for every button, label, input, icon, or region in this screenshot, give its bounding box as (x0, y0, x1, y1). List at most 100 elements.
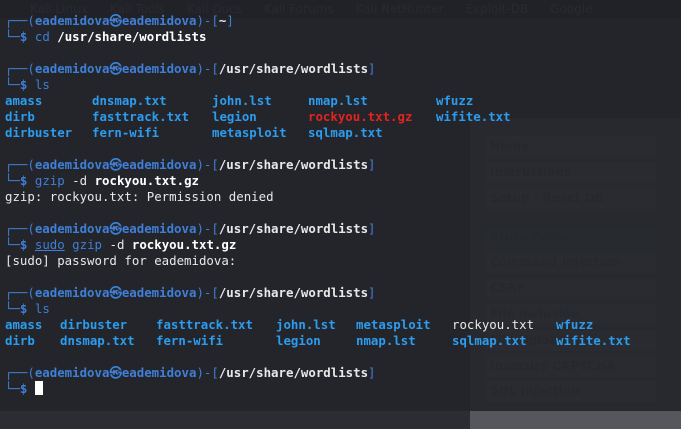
prompt-frame: ┌──( (5, 13, 35, 28)
command-token: gzip (72, 237, 103, 252)
ls-entry: sqlmap.txt (308, 125, 383, 140)
command-token: -d (72, 173, 88, 188)
terminal-cursor (34, 381, 43, 395)
ls-entry: nmap.lst (308, 93, 368, 108)
ls-entry: wfuzz (556, 317, 594, 332)
command-token: gzip (34, 173, 65, 188)
ls-entry: fasttrack.txt (92, 109, 189, 124)
command-output: [sudo] password for eademidova: (5, 253, 236, 269)
prompt-header: ┌──(eademidova㉿eademidova)-[/usr/share/w… (5, 221, 376, 237)
command-line: └─$ gzip -d rockyou.txt.gz (5, 173, 199, 189)
command-token: ls (34, 301, 50, 316)
prompt-cwd: /usr/share/wordlists (218, 285, 369, 300)
prompt-frame: ┌──( (5, 221, 35, 236)
prompt-cwd: /usr/share/wordlists (218, 365, 369, 380)
command-line: └─$ ls (5, 301, 50, 317)
prompt-at-symbol: ㉿ (109, 157, 122, 172)
prompt-at-symbol: ㉿ (109, 285, 122, 300)
prompt-host: eademidova (121, 61, 197, 76)
prompt-frame: )-[ (196, 13, 219, 28)
prompt-user: eademidova (34, 285, 110, 300)
prompt-frame: ] (368, 285, 376, 300)
prompt-user: eademidova (34, 13, 110, 28)
prompt-at-symbol: ㉿ (109, 61, 122, 76)
prompt-frame: └─ (5, 237, 20, 252)
output-text: [sudo] password for eademidova: (5, 253, 237, 268)
command-output: gzip: rockyou.txt: Permission denied (5, 189, 274, 205)
prompt-frame: ] (368, 365, 376, 380)
prompt-frame: )-[ (196, 365, 219, 380)
ls-entry: dirbuster (60, 317, 128, 332)
output-text: gzip: rockyou.txt: Permission denied (5, 189, 274, 204)
prompt-host: eademidova (121, 365, 197, 380)
ls-entry: dirb (5, 333, 35, 348)
prompt-frame: └─ (5, 77, 20, 92)
prompt-dollar: $ (19, 77, 28, 92)
prompt-frame: )-[ (196, 157, 219, 172)
prompt-cwd: /usr/share/wordlists (218, 61, 369, 76)
command-token: ls (34, 77, 50, 92)
ls-entry: dnsmap.txt (92, 93, 167, 108)
prompt-host: eademidova (121, 157, 197, 172)
prompt-dollar: $ (19, 173, 28, 188)
ls-entry: fern-wifi (92, 125, 160, 140)
prompt-user: eademidova (34, 157, 110, 172)
ls-entry: fasttrack.txt (156, 317, 253, 332)
ls-entry: dirbuster (5, 125, 73, 140)
ls-entry: nmap.lst (356, 333, 416, 348)
prompt-frame: └─ (5, 29, 20, 44)
prompt-frame: )-[ (196, 61, 219, 76)
ls-entry: legion (276, 333, 321, 348)
ls-entry: rockyou.txt (452, 317, 535, 332)
prompt-header: ┌──(eademidova㉿eademidova)-[/usr/share/w… (5, 61, 376, 77)
prompt-frame: ┌──( (5, 61, 35, 76)
prompt-frame: )-[ (196, 221, 219, 236)
ls-entry: rockyou.txt.gz (308, 109, 413, 124)
ls-entry: metasploit (356, 317, 431, 332)
ls-entry: sqlmap.txt (452, 333, 527, 348)
command-line: └─$ cd /usr/share/wordlists (5, 29, 206, 45)
terminal-window[interactable]: ┌──(eademidova㉿eademidova)-[~] └─$ cd /us… (0, 0, 681, 411)
ls-entry: wfuzz (436, 93, 474, 108)
prompt-frame: └─ (5, 381, 20, 396)
prompt-host: eademidova (121, 13, 197, 28)
prompt-dollar: $ (19, 301, 28, 316)
prompt-cwd: /usr/share/wordlists (218, 157, 369, 172)
ls-entry: dnsmap.txt (60, 333, 135, 348)
prompt-user: eademidova (34, 221, 110, 236)
ls-entry: john.lst (276, 317, 336, 332)
prompt-host: eademidova (121, 285, 197, 300)
prompt-frame: ] (226, 13, 234, 28)
prompt-frame: ┌──( (5, 365, 35, 380)
prompt-frame: ┌──( (5, 285, 35, 300)
ls-entry: dirb (5, 109, 35, 124)
prompt-frame: └─ (5, 173, 20, 188)
prompt-host: eademidova (121, 221, 197, 236)
prompt-cwd: /usr/share/wordlists (218, 221, 369, 236)
command-token: -d (109, 237, 125, 252)
ls-entry: metasploit (212, 125, 287, 140)
prompt-dollar: $ (19, 237, 28, 252)
ls-entry: amass (5, 93, 43, 108)
ls-entry: wifite.txt (436, 109, 511, 124)
command-line: └─$ (5, 381, 43, 397)
prompt-frame: )-[ (196, 285, 219, 300)
prompt-frame: ] (368, 221, 376, 236)
prompt-frame: ] (368, 61, 376, 76)
command-token: cd (34, 29, 50, 44)
ls-entry: wifite.txt (556, 333, 631, 348)
ls-entry: john.lst (212, 93, 272, 108)
prompt-user: eademidova (34, 61, 110, 76)
prompt-frame: ] (368, 157, 376, 172)
command-token: sudo (34, 237, 65, 252)
prompt-dollar: $ (19, 381, 28, 396)
prompt-frame: └─ (5, 301, 20, 316)
prompt-header: ┌──(eademidova㉿eademidova)-[/usr/share/w… (5, 365, 376, 381)
command-line: └─$ ls (5, 77, 50, 93)
prompt-at-symbol: ㉿ (109, 221, 122, 236)
prompt-frame: ┌──( (5, 157, 35, 172)
prompt-header: ┌──(eademidova㉿eademidova)-[/usr/share/w… (5, 157, 376, 173)
ls-entry: amass (5, 317, 43, 332)
command-token: rockyou.txt.gz (131, 237, 237, 252)
prompt-dollar: $ (19, 29, 28, 44)
